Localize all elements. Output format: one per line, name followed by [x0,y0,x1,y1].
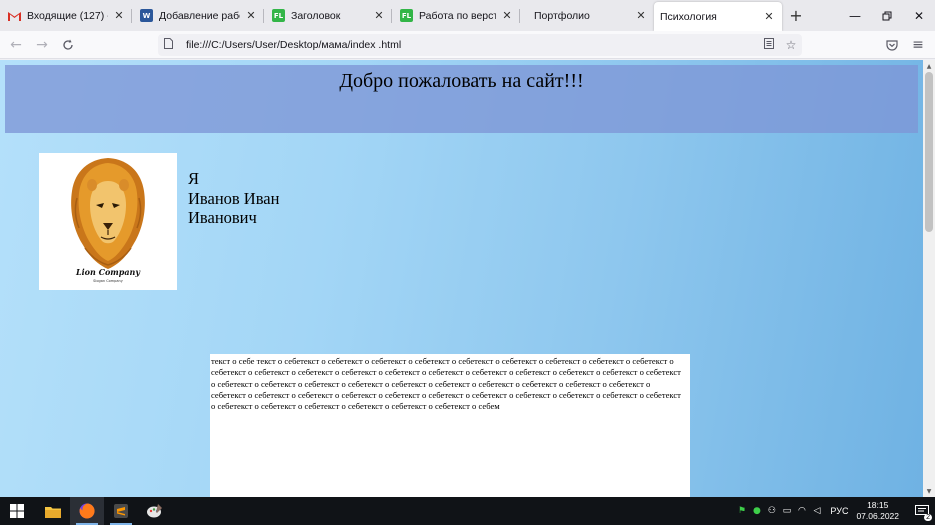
close-icon[interactable]: ✕ [500,9,514,22]
tab-title: Психология [660,10,717,23]
forward-arrow-icon[interactable]: → [29,34,55,56]
vertical-scrollbar[interactable]: ▲ ▼ [923,60,935,497]
close-icon[interactable]: ✕ [634,9,648,22]
scrollbar-thumb[interactable] [925,72,933,232]
url-bar[interactable]: file:///C:/Users/User/Desktop/мама/index… [158,34,802,56]
navigation-bar: ← → file:///C:/Users/User/Desktop/мама/i… [0,31,935,59]
lion-logo-image: Lion Company Slogan Company [39,153,177,290]
name-line: Иванов Иван [188,188,280,208]
logo-tagline: Slogan Company [93,279,123,283]
notification-count: 2 [924,514,932,521]
clock-time: 18:15 [867,500,889,510]
logo-brand: Lion Company [75,267,141,277]
system-tray: ⚑ ● ⚇ ▭ ◠ ◁ РУС 18:15 07.06.2022 2 [734,497,935,525]
page-title: Добро пожаловать на сайт!!! [339,70,584,92]
page-viewport: Добро пожаловать на сайт!!! Lion Company… [0,60,923,497]
tab-gmail[interactable]: Входящие (127) - krd569 ✕ [0,0,132,31]
url-text[interactable]: file:///C:/Users/User/Desktop/мама/index… [186,39,758,51]
back-arrow-icon[interactable]: ← [3,34,29,56]
windows-taskbar: ⚑ ● ⚇ ▭ ◠ ◁ РУС 18:15 07.06.2022 2 [0,497,935,525]
reader-view-icon[interactable] [758,38,780,52]
about-section: текст о себе текст о себетекст о себетек… [210,354,690,497]
close-icon[interactable]: ✕ [762,10,776,23]
word-icon: W [140,9,153,22]
clock[interactable]: 18:15 07.06.2022 [856,500,899,522]
reload-icon[interactable] [55,34,81,56]
flag-icon[interactable]: ⚑ [734,506,749,516]
tab-title: Добавление работы в п [159,9,240,22]
page-icon [164,38,180,52]
tab-title: Входящие (127) - krd569 [27,9,108,22]
clock-date: 07.06.2022 [856,511,899,521]
about-text: текст о себе текст о себетекст о себетек… [211,356,681,412]
name-line: Иванович [188,208,257,227]
close-icon[interactable]: ✕ [372,9,386,22]
wifi-icon[interactable]: ◠ [794,506,809,516]
pocket-icon[interactable] [879,34,905,56]
tab-title: Работа по верстке сайт [419,9,496,22]
tab-title: Портфолио [534,9,590,22]
paint-icon[interactable] [138,497,172,525]
fl-icon: FL [400,9,413,22]
battery-icon[interactable]: ▭ [779,506,794,516]
people-icon[interactable]: ⚇ [764,506,779,516]
name-line: Я [188,169,200,188]
profile-name: Я Иванов Иван Иванович [188,169,279,228]
windows-start-icon[interactable] [0,497,34,525]
scroll-up-icon[interactable]: ▲ [923,60,935,72]
tab-word[interactable]: W Добавление работы в п ✕ [132,0,264,31]
scroll-down-icon[interactable]: ▼ [923,485,935,497]
notification-center-icon[interactable]: 2 [909,497,935,525]
tab-psychology[interactable]: Психология ✕ [654,2,782,31]
window-controls: — ✕ [839,0,935,31]
fl-icon: FL [272,9,285,22]
minimize-icon[interactable]: — [839,0,871,31]
new-tab-button[interactable]: + [782,0,810,31]
tab-portfolio[interactable]: Портфолио ✕ [520,0,654,31]
language-indicator[interactable]: РУС [830,506,848,516]
shield-icon[interactable]: ● [749,506,764,516]
volume-icon[interactable]: ◁ [809,506,824,516]
gmail-icon [8,9,21,22]
menu-icon[interactable]: ≡ [905,34,931,56]
tab-strip: Входящие (127) - krd569 ✕ W Добавление р… [0,0,935,31]
restore-icon[interactable] [871,0,903,31]
close-window-icon[interactable]: ✕ [903,0,935,31]
close-icon[interactable]: ✕ [112,9,126,22]
tab-fl-heading[interactable]: FL Заголовок ✕ [264,0,392,31]
welcome-banner: Добро пожаловать на сайт!!! [5,65,918,133]
bookmark-star-icon[interactable]: ☆ [780,38,802,52]
firefox-icon[interactable] [70,497,104,525]
toolbar-right: ≡ [879,31,935,59]
tab-fl-work[interactable]: FL Работа по верстке сайт ✕ [392,0,520,31]
close-icon[interactable]: ✕ [244,9,258,22]
tab-title: Заголовок [291,9,341,22]
file-explorer-icon[interactable] [36,497,70,525]
sublime-text-icon[interactable] [104,497,138,525]
